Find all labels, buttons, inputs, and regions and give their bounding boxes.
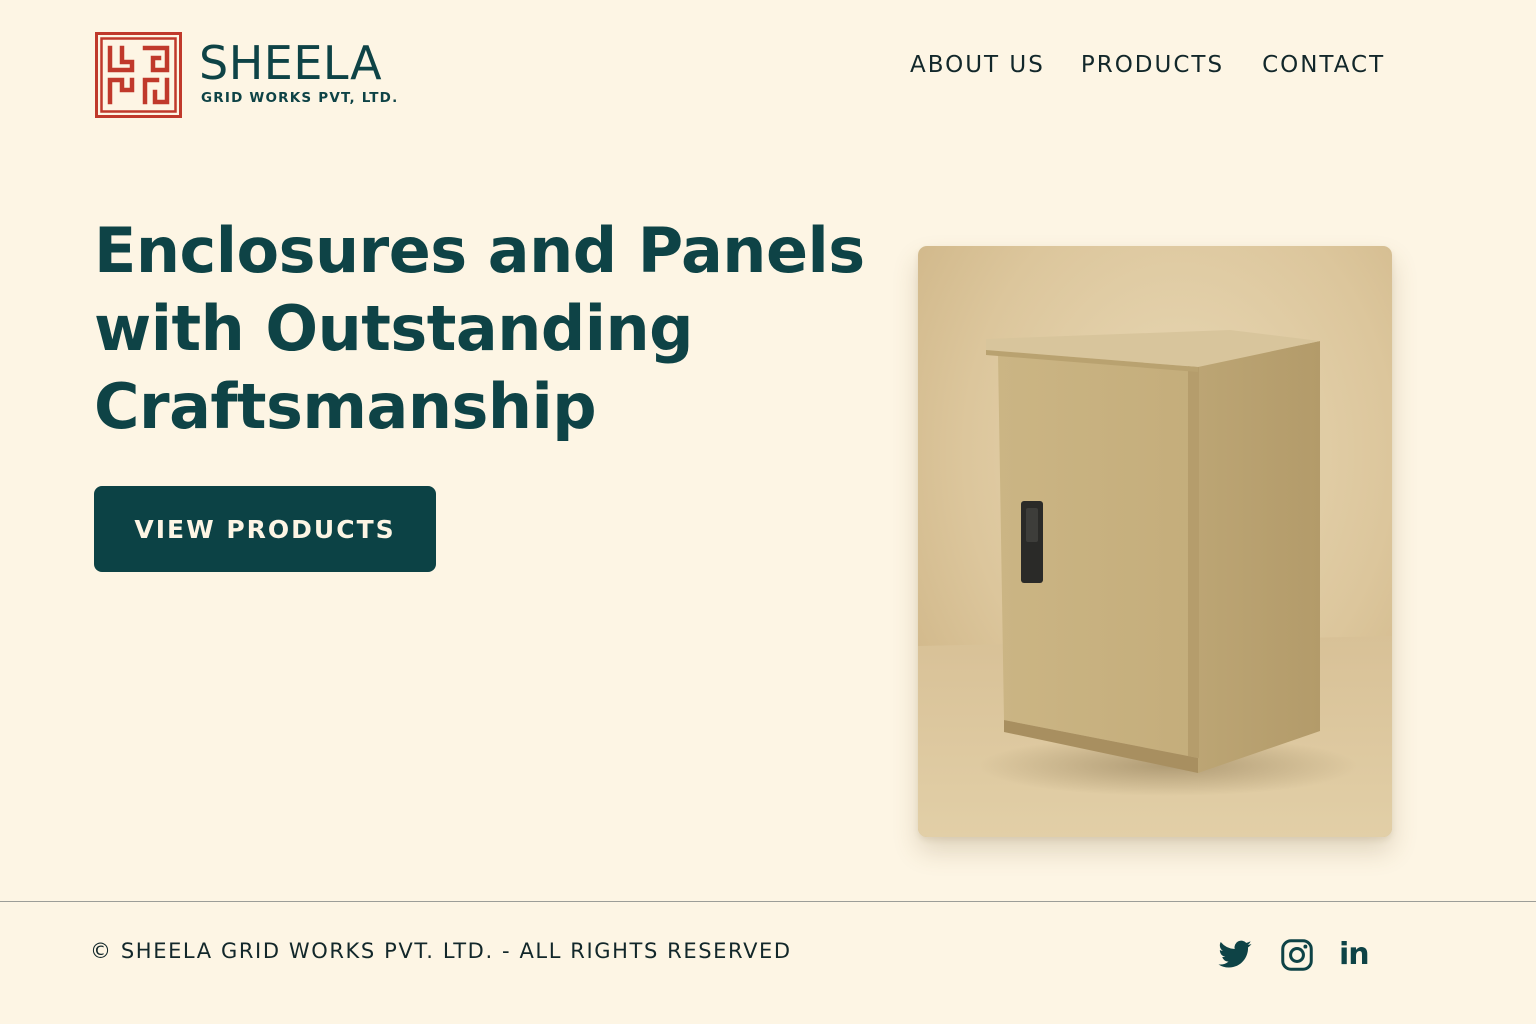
product-image: [918, 246, 1392, 837]
headline-line-2: with Outstanding: [94, 292, 694, 365]
nav-about-us[interactable]: ABOUT US: [910, 50, 1045, 80]
copyright-text: © SHEELA GRID WORKS PVT. LTD. - ALL RIGH…: [90, 939, 792, 963]
linkedin-link[interactable]: in: [1339, 937, 1375, 973]
twitter-icon: [1218, 940, 1252, 968]
main-nav: ABOUT US PRODUCTS CONTACT: [910, 50, 1385, 80]
instagram-link[interactable]: [1279, 937, 1315, 973]
brand-name: SHEELA: [199, 36, 383, 90]
enclosure-illustration: [918, 246, 1392, 837]
instagram-icon: [1281, 939, 1313, 971]
meander-logo-icon: [95, 32, 182, 118]
hero-headline: Enclosures and Panels with Outstanding C…: [94, 212, 874, 446]
brand-subtitle: GRID WORKS PVT, LTD.: [201, 90, 399, 106]
social-links: in: [1217, 937, 1375, 973]
landing-page: SHEELA GRID WORKS PVT, LTD. ABOUT US PRO…: [0, 0, 1536, 1024]
headline-line-1: Enclosures and Panels: [94, 214, 865, 287]
nav-products[interactable]: PRODUCTS: [1081, 50, 1224, 80]
footer-divider: [0, 901, 1536, 902]
brand-text: SHEELA GRID WORKS PVT, LTD.: [199, 38, 399, 106]
brand-logo-link[interactable]: SHEELA GRID WORKS PVT, LTD.: [95, 32, 398, 118]
view-products-button[interactable]: VIEW PRODUCTS: [94, 486, 436, 572]
headline-line-3: Craftsmanship: [94, 370, 597, 443]
linkedin-icon: in: [1339, 937, 1370, 972]
nav-contact[interactable]: CONTACT: [1262, 50, 1385, 80]
twitter-link[interactable]: [1217, 937, 1253, 973]
